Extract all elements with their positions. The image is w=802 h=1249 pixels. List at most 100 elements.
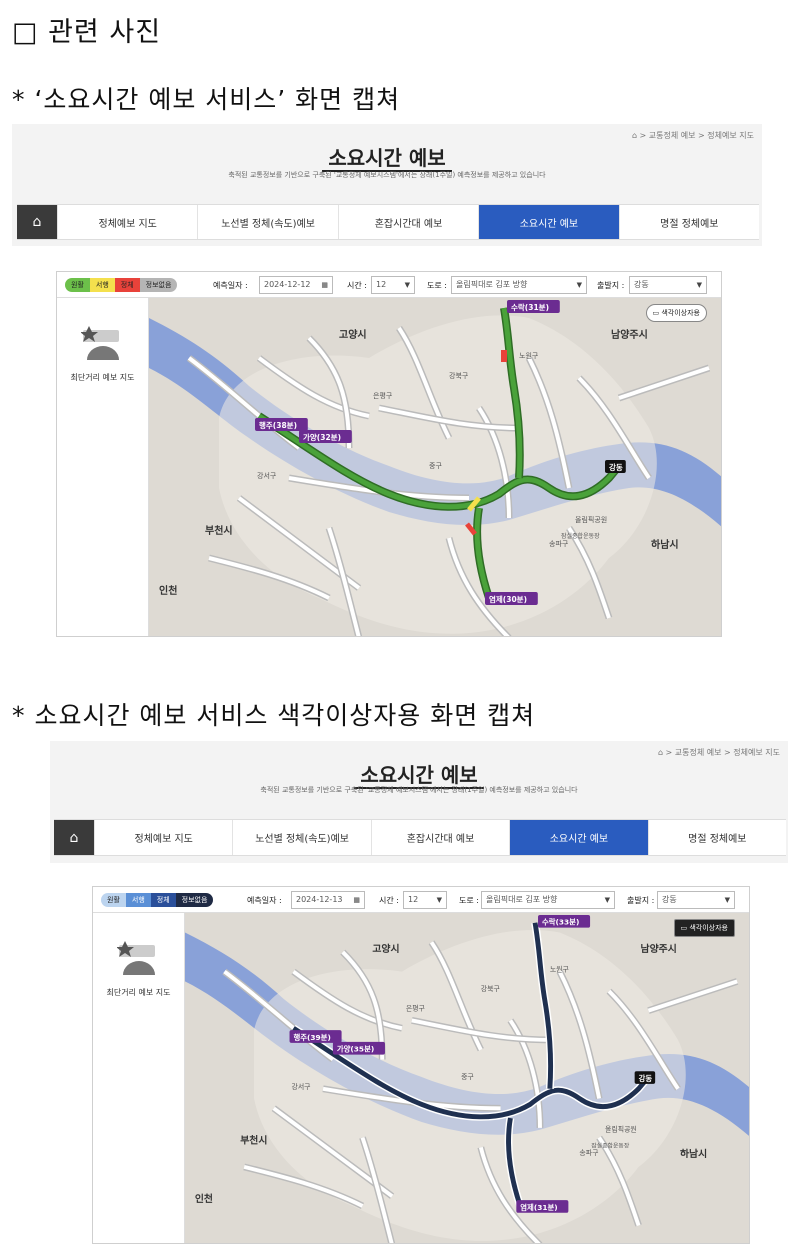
shortest-route-map-icon[interactable] [117, 937, 161, 981]
legend-smooth: 원활 [65, 278, 90, 292]
calendar-icon: ▦ [353, 896, 360, 904]
time-label: 시간 : [347, 281, 367, 290]
shortest-route-map-icon[interactable] [81, 322, 125, 366]
legend-noinfo: 정보없음 [175, 893, 214, 907]
label-goyang: 고양시 [372, 943, 399, 955]
color-vision-button[interactable]: ▭ 색각이상자용 [645, 304, 707, 322]
label-olympic: 올림픽공원 [575, 515, 607, 524]
time-label: 시간 : [379, 896, 399, 905]
breadcrumb[interactable]: ⌂ > 교통정체 예보 > 정체예보 지도 [658, 747, 780, 758]
home-icon[interactable]: ⌂ [54, 820, 94, 855]
label-eunpyeong: 은평구 [373, 391, 393, 400]
road-inner-13 [647, 979, 738, 1013]
travel-time-service-1: 원활 서행 정체 정보없음 예측일자 : 2024-12-12 ▦ 시간 : 12… [56, 271, 722, 637]
label-bucheon: 부천시 [205, 524, 233, 537]
label-nowon: 노원구 [550, 965, 569, 974]
portal-header-1: ⌂ > 교통정체 예보 > 정체예보 지도 소요시간 예보 축적된 교통정보를 … [12, 124, 762, 246]
traffic-legend: 원활 서행 정체 정보없음 [101, 893, 214, 907]
origin-label: 출발지 : [627, 896, 655, 905]
tag-gayang: 가양(32분) [303, 432, 341, 442]
origin-select[interactable]: 강동 ▼ [629, 276, 707, 294]
label-eunpyeong: 은평구 [406, 1004, 425, 1013]
calendar-icon: ▦ [321, 281, 328, 289]
tab-travel-time[interactable]: 소요시간 예보 [478, 205, 619, 239]
label-namyangju: 남양주시 [611, 328, 648, 341]
caption-second: * 소요시간 예보 서비스 색각이상자용 화면 캡쳐 [12, 701, 536, 730]
label-bucheon: 부천시 [240, 1133, 267, 1146]
tab-congestion-map[interactable]: 정체예보 지도 [57, 205, 197, 239]
origin-select[interactable]: 강동 ▼ [657, 891, 735, 909]
legend-smooth: 원활 [101, 893, 126, 907]
road-select[interactable]: 올림픽대로 김포 방향 ▼ [481, 891, 615, 909]
seoul-boundary [219, 315, 657, 634]
chevron-down-icon: ▼ [696, 281, 702, 289]
legend-jam: 정체 [114, 278, 140, 292]
tab-peak-time[interactable]: 혼잡시간대 예보 [370, 820, 509, 855]
legend-slow: 서행 [89, 278, 115, 292]
road-label: 도로 : [427, 281, 447, 290]
section-heading: □ 관련 사진 [12, 17, 162, 48]
date-field[interactable]: 2024-12-12 ▦ [259, 276, 333, 294]
label-incheon: 인천 [195, 1192, 213, 1205]
label-gangbuk: 강북구 [449, 371, 469, 380]
page-subtitle: 축적된 교통정보를 기반으로 구축된 '교통정체 예보시스템'에서는 장래(1주… [228, 171, 546, 179]
tab-holiday[interactable]: 명절 정체예보 [618, 205, 759, 239]
chevron-down-icon: ▼ [576, 281, 582, 289]
page-title: 소요시간 예보 [12, 142, 762, 172]
tab-travel-time[interactable]: 소요시간 예보 [509, 820, 648, 855]
map-area[interactable]: 고양시 남양주시 부천시 하남시 인천 강서구 강북구 송파구 중구 은평구 노원구 올림픽공원 잠실종… [149, 298, 721, 636]
toolbar: 원활 서행 정체 정보없음 예측일자 : 2024-12-13 ▦ 시간 : 12… [93, 887, 749, 913]
legend-slow: 서행 [125, 893, 151, 907]
breadcrumb[interactable]: ⌂ > 교통정체 예보 > 정체예보 지도 [632, 130, 754, 141]
label-songpa: 송파구 [549, 539, 569, 548]
tab-peak-time[interactable]: 혼잡시간대 예보 [337, 205, 478, 239]
label-nowon: 노원구 [519, 351, 539, 360]
label-goyang: 고양시 [339, 329, 367, 341]
date-label: 예측일자 : [213, 281, 248, 290]
label-jamsil: 잠실종합운동장 [561, 532, 600, 540]
legend-noinfo: 정보없음 [139, 278, 178, 292]
road-select[interactable]: 올림픽대로 김포 방향 ▼ [451, 276, 587, 294]
portal-header-2: ⌂ > 교통정체 예보 > 정체예보 지도 소요시간 예보 축적된 교통정보를 … [50, 741, 788, 863]
tag-suyak: 수락(31분) [511, 302, 549, 312]
label-incheon: 인천 [159, 584, 177, 597]
seoul-boundary [254, 929, 686, 1241]
tag-suyak: 수락(33분) [542, 918, 579, 927]
label-hanam: 하남시 [680, 1147, 707, 1160]
traffic-legend: 원활 서행 정체 정보없음 [65, 278, 178, 292]
label-gangbuk: 강북구 [481, 984, 500, 993]
tab-route-speed[interactable]: 노선별 정체(속도)예보 [232, 820, 370, 855]
toolbar: 원활 서행 정체 정보없음 예측일자 : 2024-12-12 ▦ 시간 : 12… [57, 272, 721, 298]
tab-bar: ⌂ 정체예보 지도 노선별 정체(속도)예보 혼잡시간대 예보 소요시간 예보 … [17, 204, 759, 240]
map-area[interactable]: 고양시 남양주시 부천시 하남시 인천 강서구 강북구 송파구 중구 은평구 노원구 올림픽공원 잠실종… [185, 913, 749, 1243]
tag-yeongje: 염제(30분) [489, 594, 527, 604]
chevron-down-icon: ▼ [724, 896, 730, 904]
tag-gangdong: 강동 [639, 1074, 653, 1083]
date-field[interactable]: 2024-12-13 ▦ [291, 891, 365, 909]
road-label: 도로 : [459, 896, 479, 905]
road-inner-13 [618, 366, 710, 400]
side-panel: 최단거리 예보 지도 [57, 298, 149, 636]
chevron-down-icon: ▼ [436, 896, 442, 904]
home-icon[interactable]: ⌂ [17, 205, 57, 239]
side-label[interactable]: 최단거리 예보 지도 [93, 987, 184, 998]
chevron-down-icon: ▼ [404, 281, 410, 289]
label-gangseo: 강서구 [291, 1082, 310, 1091]
tag-haengju: 행주(38분) [259, 420, 297, 430]
label-namyangju: 남양주시 [641, 942, 677, 955]
label-jamsil: 잠실종합운동장 [591, 1141, 630, 1149]
color-vision-button[interactable]: ▭ 색각이상자용 [673, 919, 735, 937]
time-select[interactable]: 12 ▼ [403, 891, 447, 909]
jam-segment [501, 350, 507, 362]
tab-route-speed[interactable]: 노선별 정체(속도)예보 [197, 205, 337, 239]
tab-holiday[interactable]: 명절 정체예보 [647, 820, 786, 855]
side-panel: 최단거리 예보 지도 [93, 913, 185, 1243]
page-subtitle: 축적된 교통정보를 기반으로 구축된 '교통정체 예보시스템'에서는 장래(1주… [260, 786, 578, 794]
tab-congestion-map[interactable]: 정체예보 지도 [94, 820, 232, 855]
side-label[interactable]: 최단거리 예보 지도 [57, 372, 148, 383]
page-title: 소요시간 예보 [50, 759, 788, 789]
travel-time-service-2: 원활 서행 정체 정보없음 예측일자 : 2024-12-13 ▦ 시간 : 12… [92, 886, 750, 1244]
tag-yeongje: 염제(31분) [520, 1203, 557, 1212]
time-select[interactable]: 12 ▼ [371, 276, 415, 294]
tag-gangdong: 강동 [609, 462, 623, 472]
